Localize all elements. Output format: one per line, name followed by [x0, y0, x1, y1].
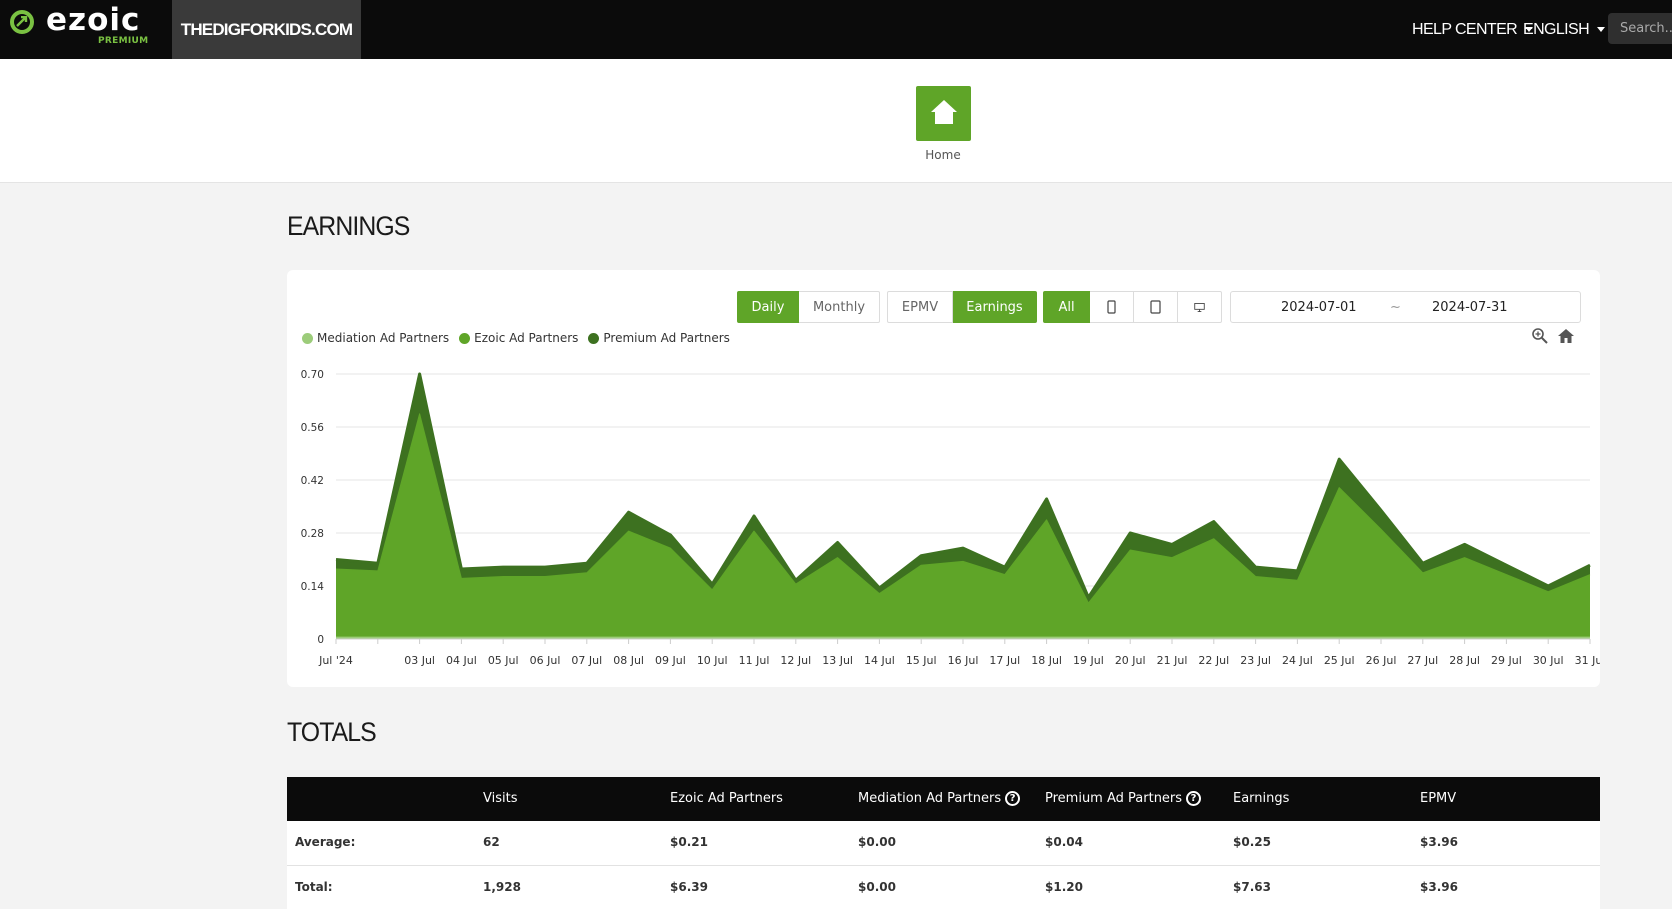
area-series-1: [336, 413, 1590, 638]
header-label: Premium Ad Partners: [1045, 791, 1183, 806]
earnings-area-chart: 0 0.14 0.28 0.42 0.56 0.70 Jul '24 03 Jul 04 Jul…: [301, 369, 1600, 667]
totals-table: Visits Ezoic Ad Partners Mediation Ad Pa…: [287, 777, 1600, 909]
x-tick-label: 11 Jul: [739, 654, 770, 667]
x-tick-label: 16 Jul: [948, 654, 979, 667]
cell-mediation: $0.00: [858, 835, 896, 849]
cell-earnings: $7.63: [1233, 880, 1271, 894]
earnings-chart-card: Daily Monthly EPMV Earnings All 2024-07-…: [287, 270, 1600, 687]
x-tick-label: 10 Jul: [697, 654, 728, 667]
cell-ezoic: $0.21: [670, 835, 708, 849]
table-row-average: Average: 62 $0.21 $0.00 $0.04 $0.25 $3.9…: [287, 821, 1600, 866]
x-tick-label: 23 Jul: [1240, 654, 1271, 667]
y-tick-label: 0: [317, 634, 324, 646]
cell-premium: $0.04: [1045, 835, 1083, 849]
x-tick-label: 26 Jul: [1366, 654, 1397, 667]
header-label: EPMV: [1420, 791, 1457, 806]
x-tick-label: 03 Jul: [404, 654, 435, 667]
header-label: Earnings: [1233, 791, 1290, 806]
y-tick-label: 0.28: [301, 528, 324, 540]
x-tick-label: 21 Jul: [1157, 654, 1188, 667]
logo-premium-badge: PREMIUM: [98, 36, 149, 46]
top-navbar: ezoic PREMIUM THEDIGFORKIDS.COM HELP CEN…: [0, 0, 1672, 59]
x-tick-label: 27 Jul: [1407, 654, 1438, 667]
x-tick-label: 08 Jul: [613, 654, 644, 667]
help-center-menu[interactable]: HELP CENTER: [1412, 0, 1534, 59]
col-epmv-header: EPMV: [1420, 791, 1456, 806]
col-visits-header: Visits: [483, 791, 517, 806]
totals-header-row: Visits Ezoic Ad Partners Mediation Ad Pa…: [287, 777, 1600, 821]
logo-mark-icon: [10, 10, 34, 34]
col-mediation-header: Mediation Ad Partners ?: [858, 791, 1021, 806]
dashboard-nav-strip: [0, 59, 1672, 183]
x-tick-label: 19 Jul: [1073, 654, 1104, 667]
cell-ezoic: $6.39: [670, 880, 708, 894]
x-tick-label: 12 Jul: [780, 654, 811, 667]
x-tick-label: 22 Jul: [1198, 654, 1229, 667]
x-tick-label: 14 Jul: [864, 654, 895, 667]
x-tick-label: 31 Jul: [1575, 654, 1600, 667]
x-tick-label: 30 Jul: [1533, 654, 1564, 667]
x-tick-label: 15 Jul: [906, 654, 937, 667]
language-label: ENGLISH: [1523, 20, 1590, 38]
cell-epmv: $3.96: [1420, 835, 1458, 849]
x-tick-label: 17 Jul: [989, 654, 1020, 667]
home-icon: [931, 100, 957, 124]
cell-earnings: $0.25: [1233, 835, 1271, 849]
x-tick-label: 09 Jul: [655, 654, 686, 667]
x-tick-label: 06 Jul: [530, 654, 561, 667]
x-tick-label: 24 Jul: [1282, 654, 1313, 667]
y-tick-label: 0.70: [301, 369, 324, 381]
earnings-title: EARNINGS: [287, 211, 410, 241]
y-tick-label: 0.14: [301, 581, 325, 593]
header-label: Ezoic Ad Partners: [670, 791, 783, 806]
x-tick-label: 25 Jul: [1324, 654, 1355, 667]
cell-visits: 62: [483, 835, 500, 849]
language-menu[interactable]: ENGLISH: [1523, 0, 1606, 59]
header-label: Visits: [483, 791, 518, 806]
site-selector[interactable]: THEDIGFORKIDS.COM: [172, 0, 361, 59]
logo-text: ezoic: [46, 2, 141, 38]
x-tick-label: 20 Jul: [1115, 654, 1146, 667]
help-circle-icon[interactable]: ?: [1186, 791, 1202, 806]
cell-premium: $1.20: [1045, 880, 1083, 894]
x-tick-label: 13 Jul: [822, 654, 853, 667]
row-label: Average:: [295, 835, 356, 849]
home-button[interactable]: [916, 86, 971, 141]
col-earnings-header: Earnings: [1233, 791, 1289, 806]
x-tick-label: 18 Jul: [1031, 654, 1062, 667]
table-row-total: Total: 1,928 $6.39 $0.00 $1.20 $7.63 $3.…: [287, 866, 1600, 909]
x-tick-label: 04 Jul: [446, 654, 477, 667]
col-ezoic-header: Ezoic Ad Partners: [670, 791, 783, 806]
cell-epmv: $3.96: [1420, 880, 1458, 894]
x-tick-label: 28 Jul: [1449, 654, 1480, 667]
x-tick-label: 05 Jul: [488, 654, 519, 667]
home-label: Home: [925, 148, 961, 162]
search-input[interactable]: [1608, 13, 1672, 44]
help-circle-icon[interactable]: ?: [1005, 791, 1021, 806]
row-label: Total:: [295, 880, 333, 894]
totals-title: TOTALS: [287, 717, 377, 747]
x-tick-label: 29 Jul: [1491, 654, 1522, 667]
x-tick-label: Jul '24: [318, 654, 353, 667]
col-premium-header: Premium Ad Partners ?: [1045, 791, 1202, 806]
header-label: Mediation Ad Partners: [858, 791, 1002, 806]
chevron-down-icon: [1597, 27, 1606, 32]
x-tick-label: 07 Jul: [571, 654, 602, 667]
y-tick-label: 0.42: [301, 475, 324, 487]
y-tick-label: 0.56: [301, 422, 325, 434]
help-center-label: HELP CENTER: [1412, 20, 1518, 38]
ezoic-logo[interactable]: ezoic PREMIUM: [0, 0, 172, 59]
cell-mediation: $0.00: [858, 880, 896, 894]
cell-visits: 1,928: [483, 880, 521, 894]
